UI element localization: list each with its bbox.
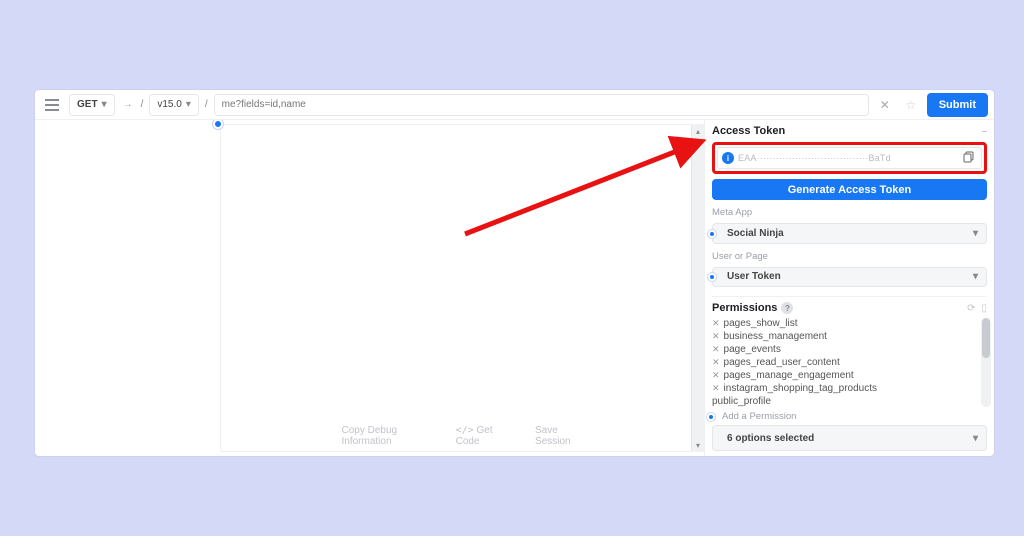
api-version-select[interactable]: v15.0 ▾ xyxy=(149,94,199,116)
remove-permission-icon[interactable]: ✕ xyxy=(712,331,720,342)
hamburger-icon[interactable] xyxy=(41,94,63,116)
bookmark-icon[interactable]: ☆ xyxy=(901,98,921,112)
save-session-link[interactable]: Save Session xyxy=(535,425,582,447)
results-panel: ▴ ▾ Copy Debug Information </> Get Code … xyxy=(220,124,704,452)
access-token-field[interactable]: i EAA···································… xyxy=(717,147,982,169)
info-icon[interactable]: i xyxy=(722,152,734,164)
results-area: ▴ ▾ Copy Debug Information </> Get Code … xyxy=(35,120,704,456)
path-input[interactable]: me?fields=id,name xyxy=(214,94,869,116)
add-permission-select[interactable]: 6 options selected ▾ xyxy=(712,425,987,451)
add-permission-label: Add a Permission xyxy=(712,411,987,422)
submit-button-label: Submit xyxy=(939,99,976,111)
permissions-scrollbar[interactable] xyxy=(981,318,991,407)
toolbar: GET ▾ → / v15.0 ▾ / me?fields=id,name ✕ … xyxy=(35,90,994,120)
permission-item: ✕ pages_manage_engagement xyxy=(712,370,987,381)
permission-name: instagram_shopping_tag_products xyxy=(724,383,877,394)
results-scrollbar[interactable]: ▴ ▾ xyxy=(691,125,703,451)
remove-permission-icon[interactable]: ✕ xyxy=(712,318,720,329)
right-panel: Access Token – i EAA····················… xyxy=(704,120,994,456)
permission-name: business_management xyxy=(724,331,827,342)
access-token-value: EAA···································Ba… xyxy=(738,153,959,163)
permission-item: ✕ instagram_shopping_tag_products xyxy=(712,383,987,394)
meta-app-select[interactable]: Social Ninja ▾ xyxy=(712,223,987,243)
permission-item: ✕ business_management xyxy=(712,331,987,342)
tour-dot-icon xyxy=(707,413,715,421)
copy-debug-link[interactable]: Copy Debug Information xyxy=(342,425,426,447)
tour-dot-icon xyxy=(708,230,716,238)
scroll-down-icon[interactable]: ▾ xyxy=(692,439,704,451)
meta-app-value: Social Ninja xyxy=(727,228,784,239)
permission-item: ✕ pages_show_list xyxy=(712,318,987,329)
tour-dot-icon xyxy=(708,273,716,281)
generate-access-token-label: Generate Access Token xyxy=(788,184,912,196)
main-body: ▴ ▾ Copy Debug Information </> Get Code … xyxy=(35,120,994,456)
permission-name: pages_show_list xyxy=(724,318,798,329)
http-method-value: GET xyxy=(77,99,98,110)
permissions-section: Permissions ? ⟳ ▯ ✕ pages_show_list ✕ busin… xyxy=(712,296,987,451)
submit-button[interactable]: Submit xyxy=(927,93,988,117)
permission-name: page_events xyxy=(724,344,781,355)
http-method-select[interactable]: GET ▾ xyxy=(69,94,115,116)
remove-permission-icon[interactable]: ✕ xyxy=(712,357,720,368)
permission-name: pages_manage_engagement xyxy=(724,370,854,381)
generate-access-token-button[interactable]: Generate Access Token xyxy=(712,179,987,200)
meta-app-label: Meta App xyxy=(712,207,987,218)
user-or-page-value: User Token xyxy=(727,271,781,282)
permission-name: pages_read_user_content xyxy=(724,357,840,368)
permissions-title: Permissions ? xyxy=(712,302,793,314)
arrow-separator-icon: → xyxy=(121,99,135,110)
chevron-down-icon: ▾ xyxy=(186,99,191,110)
clear-path-icon[interactable]: ✕ xyxy=(875,98,895,112)
copy-icon[interactable] xyxy=(963,151,977,165)
remove-permission-icon[interactable]: ✕ xyxy=(712,370,720,381)
user-or-page-label: User or Page xyxy=(712,251,987,262)
results-footer: Copy Debug Information </> Get Code Save… xyxy=(342,425,583,447)
chevron-down-icon: ▾ xyxy=(973,271,978,282)
tour-dot-icon xyxy=(213,120,223,129)
access-token-highlight: i EAA···································… xyxy=(712,142,987,174)
remove-permission-icon[interactable]: ✕ xyxy=(712,383,720,394)
refresh-icon[interactable]: ⟳ xyxy=(967,303,975,314)
code-icon: </> xyxy=(456,425,474,436)
permission-item: ✕ pages_read_user_content xyxy=(712,357,987,368)
permission-name: public_profile xyxy=(712,396,771,407)
permission-item: ✕ page_events xyxy=(712,344,987,355)
slash-separator: / xyxy=(205,99,208,110)
collapse-icon[interactable]: – xyxy=(982,126,987,136)
api-version-value: v15.0 xyxy=(157,99,181,110)
permissions-list: ✕ pages_show_list ✕ business_management ✕ pag… xyxy=(712,318,987,407)
selected-count: 6 options selected xyxy=(727,433,814,444)
get-code-link[interactable]: </> Get Code xyxy=(456,425,505,447)
permission-item: public_profile xyxy=(712,396,987,407)
user-or-page-select[interactable]: User Token ▾ xyxy=(712,267,987,287)
path-input-value: me?fields=id,name xyxy=(222,99,306,110)
help-icon[interactable]: ? xyxy=(781,302,793,314)
remove-permission-icon[interactable]: ✕ xyxy=(712,344,720,355)
chevron-down-icon: ▾ xyxy=(973,228,978,239)
access-token-title: Access Token – xyxy=(712,125,987,137)
slash-separator: / xyxy=(141,99,144,110)
scroll-up-icon[interactable]: ▴ xyxy=(692,125,704,137)
app-frame: GET ▾ → / v15.0 ▾ / me?fields=id,name ✕ … xyxy=(35,90,994,456)
chevron-down-icon: ▾ xyxy=(973,433,978,444)
chevron-down-icon: ▾ xyxy=(102,99,107,110)
clear-icon[interactable]: ▯ xyxy=(981,303,987,314)
